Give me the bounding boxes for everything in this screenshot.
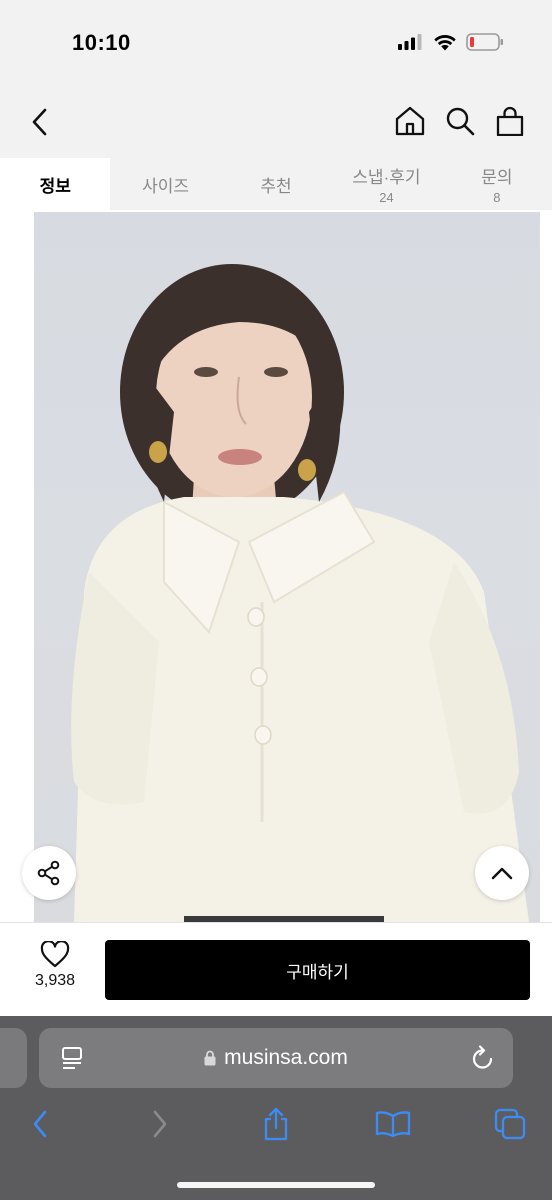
safari-back-icon [33,1110,47,1138]
bookmarks-button[interactable] [373,1104,413,1144]
signal-icon [398,34,422,50]
status-bar: 10:10 [0,0,552,90]
browser-share-button[interactable] [256,1104,296,1144]
lock-icon [204,1050,216,1066]
share-button[interactable] [22,846,76,900]
product-tabs: 정보 사이즈 추천 스냅·후기 24 문의 8 [0,158,552,210]
buy-button-label: 구매하기 [286,962,349,982]
tabs-button[interactable] [490,1104,530,1144]
tab-info[interactable]: 정보 [0,158,111,210]
nav-header [0,90,552,158]
tab-info-label: 정보 [39,176,71,196]
share-icon [37,860,60,886]
previous-tab-preview[interactable] [0,1028,27,1088]
tabs-icon [494,1108,526,1140]
tab-inquiry-count: 8 [493,190,501,205]
wifi-icon [434,34,456,50]
status-icons [398,33,504,51]
back-button[interactable] [24,104,56,140]
heart-icon [40,941,70,968]
tab-snap-review-label: 스냅·후기 [352,168,421,187]
url-text: musinsa.com [224,1046,348,1069]
scroll-top-button[interactable] [475,846,529,900]
search-icon [446,107,475,136]
address-bar[interactable]: musinsa.com [39,1028,513,1088]
tab-snap-review-count: 24 [379,190,394,205]
home-button[interactable] [394,104,426,138]
browser-chrome: musinsa.com [0,1016,552,1200]
reload-icon [472,1045,493,1069]
tab-snap-review[interactable]: 스냅·후기 24 [331,158,441,210]
tab-recommend[interactable]: 추천 [221,158,331,210]
chevron-up-icon [491,867,513,880]
battery-icon [466,33,503,51]
tab-inquiry-label: 문의 [481,168,513,187]
reload-button[interactable] [471,1045,495,1076]
buy-bar: 3,938 구매하기 [0,922,552,1016]
tab-recommend-label: 추천 [260,176,292,196]
like-button[interactable]: 3,938 [26,941,84,990]
status-time: 10:10 [72,30,131,55]
safari-share-icon [264,1107,288,1141]
buy-button[interactable]: 구매하기 [105,940,530,1000]
browser-back-button[interactable] [20,1104,60,1144]
browser-toolbar [0,1104,552,1148]
home-indicator [177,1182,375,1188]
tab-inquiry[interactable]: 문의 8 [442,158,552,210]
cart-button[interactable] [494,104,526,138]
browser-forward-button[interactable] [140,1104,180,1144]
home-icon [395,106,425,136]
cart-icon [496,106,524,136]
safari-forward-icon [153,1110,167,1138]
tab-size[interactable]: 사이즈 [110,158,220,210]
like-count: 3,938 [34,972,76,989]
url-display: musinsa.com [39,1028,513,1088]
product-image [34,212,540,922]
bookmarks-icon [375,1111,411,1138]
model-photo [71,264,529,922]
tab-size-label: 사이즈 [142,176,190,196]
back-icon [32,108,47,136]
search-button[interactable] [444,104,476,138]
